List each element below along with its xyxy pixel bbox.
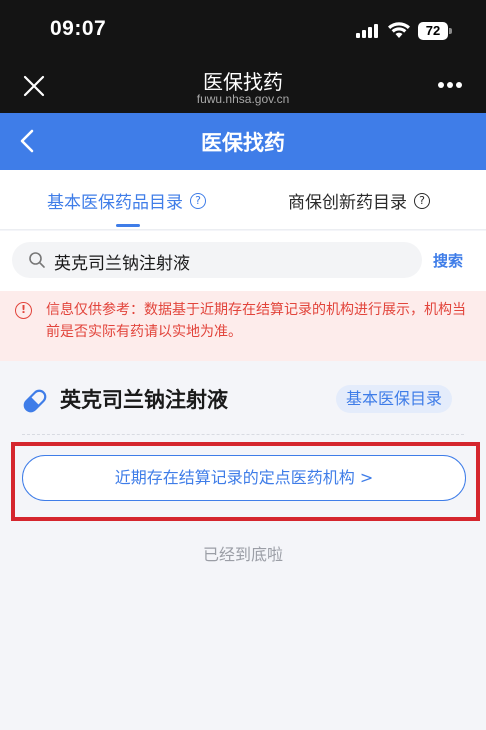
battery-icon: 72	[418, 22, 452, 40]
divider	[22, 434, 464, 435]
search-value: 英克司兰钠注射液	[54, 254, 190, 274]
info-icon[interactable]: ?	[190, 192, 206, 209]
notice-text: 信息仅供参考：数据基于近期存在结算记录的机构进行展示，机构当前是否实际有药请以实…	[46, 302, 466, 340]
search-icon	[29, 252, 45, 268]
notice-banner: ! 信息仅供参考：数据基于近期存在结算记录的机构进行展示，机构当前是否实际有药请…	[0, 291, 486, 361]
tab-label: 基本医保药品目录	[47, 193, 183, 213]
app-bar: 医保找药	[0, 113, 486, 170]
active-tab-indicator	[116, 224, 140, 227]
more-dots-icon[interactable]	[436, 82, 464, 90]
end-of-list-text: 已经到底啦	[202, 545, 283, 564]
warning-icon: !	[15, 302, 32, 319]
tab-bar: 基本医保药品目录 ? 商保创新药目录 ?	[0, 170, 486, 230]
tab-basic-catalog[interactable]: 基本医保药品目录 ?	[47, 188, 206, 213]
search-bar: 英克司兰钠注射液 搜索	[0, 231, 486, 291]
pill-icon	[23, 389, 47, 413]
status-time: 09:07	[50, 17, 107, 40]
browser-title: 医保找药	[203, 70, 283, 94]
search-button[interactable]: 搜索	[433, 250, 463, 271]
tab-label: 商保创新药目录	[288, 193, 407, 213]
status-bar: 09:07 72	[0, 0, 486, 62]
drug-card: 英克司兰钠注射液 基本医保目录 近期存在结算记录的定点医药机构 >	[0, 372, 486, 530]
browser-url: fuwu.nhsa.gov.cn	[196, 92, 290, 106]
wifi-icon	[388, 22, 410, 38]
catalog-badge: 基本医保目录	[336, 385, 453, 413]
battery-level: 72	[418, 22, 448, 40]
institutions-button[interactable]: 近期存在结算记录的定点医药机构 >	[22, 455, 466, 501]
drug-name: 英克司兰钠注射液	[60, 388, 228, 412]
signal-icon	[356, 24, 380, 38]
info-icon[interactable]: ?	[414, 192, 430, 209]
page-title: 医保找药	[201, 131, 285, 155]
browser-header: 医保找药 fuwu.nhsa.gov.cn	[0, 62, 486, 114]
tab-innovative-catalog[interactable]: 商保创新药目录 ?	[288, 188, 430, 213]
search-input[interactable]: 英克司兰钠注射液	[12, 242, 422, 278]
